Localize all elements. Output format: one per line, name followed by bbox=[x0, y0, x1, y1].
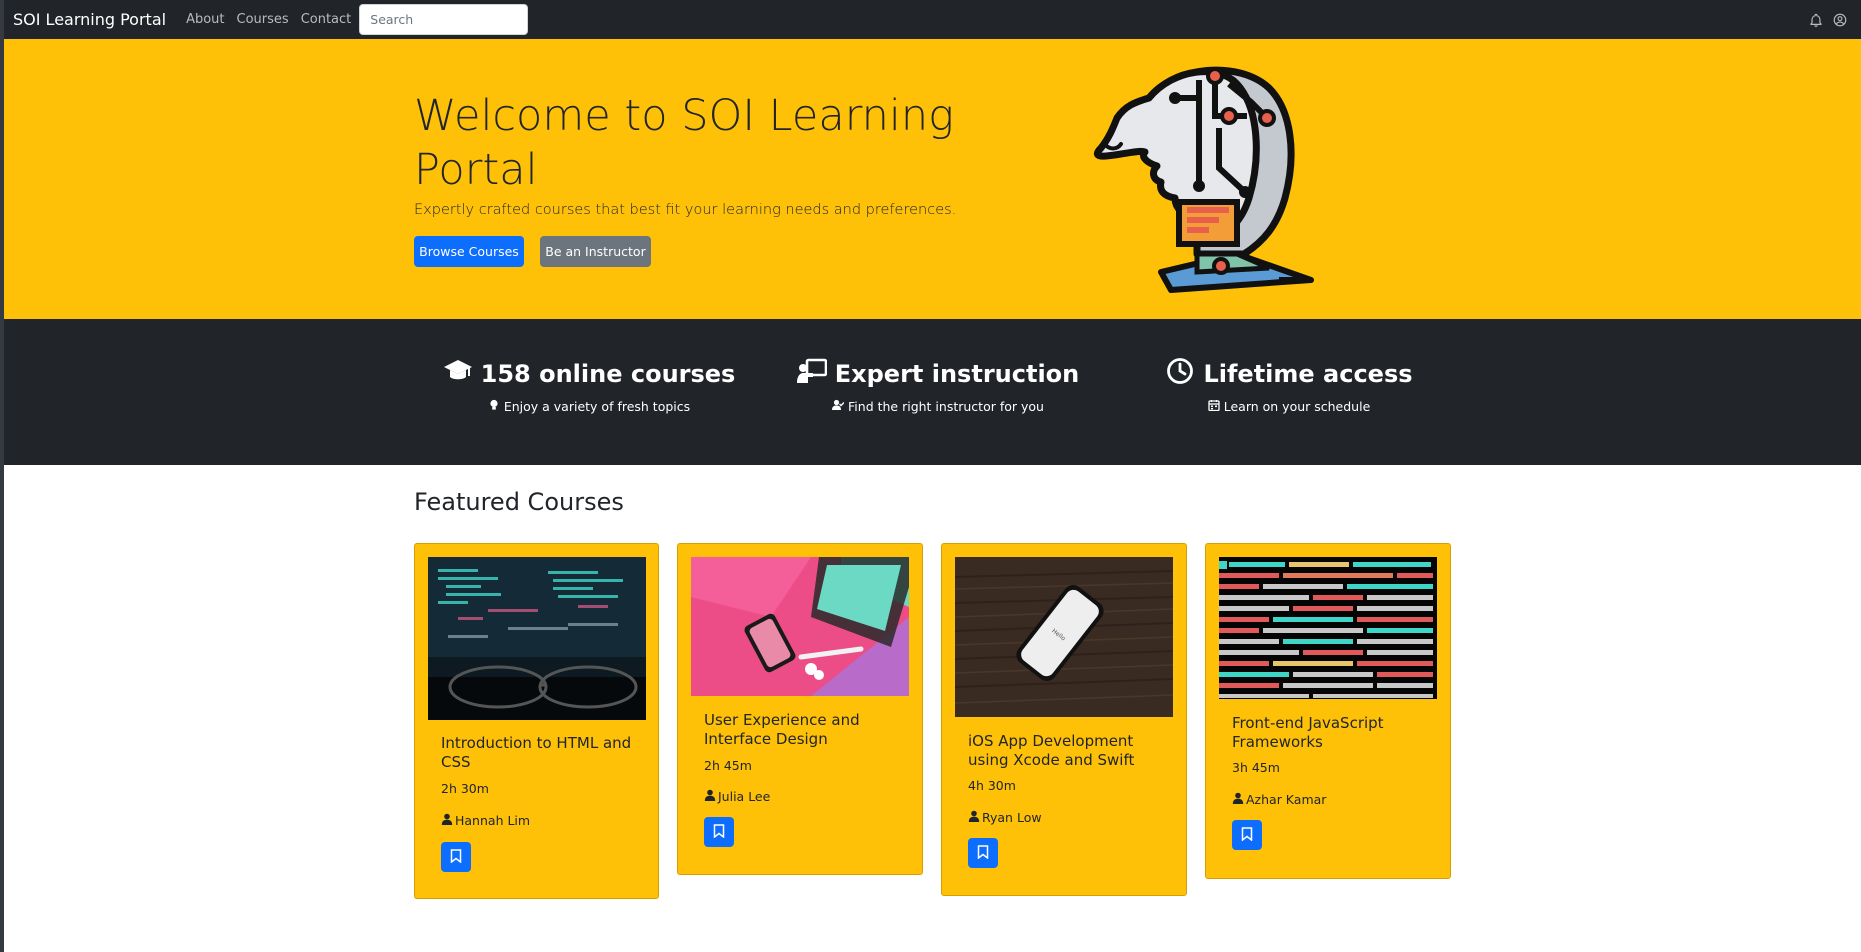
course-instructor: Hannah Lim bbox=[441, 813, 530, 828]
graduation-cap-icon bbox=[443, 357, 473, 391]
user-icon bbox=[1232, 792, 1244, 807]
user-check-icon bbox=[832, 399, 845, 414]
feature-sub-instruction: Find the right instructor for you bbox=[848, 399, 1044, 414]
course-image bbox=[691, 557, 909, 696]
user-icon bbox=[441, 813, 453, 828]
course-duration: 4h 30m bbox=[968, 778, 1016, 793]
feature-sub-courses: Enjoy a variety of fresh topics bbox=[503, 399, 691, 414]
feature-title-access: Lifetime access bbox=[1203, 360, 1413, 388]
course-image: Hello bbox=[955, 557, 1173, 717]
instructor-name: Ryan Low bbox=[982, 810, 1042, 825]
bookmark-button[interactable] bbox=[968, 838, 998, 868]
brand-link[interactable]: SOI Learning Portal bbox=[13, 10, 166, 29]
window-edge bbox=[0, 0, 4, 952]
nav-link-courses[interactable]: Courses bbox=[237, 12, 289, 27]
bookmark-icon bbox=[1241, 826, 1253, 845]
feature-title-courses: 158 online courses bbox=[480, 360, 736, 388]
instructor-name: Julia Lee bbox=[718, 789, 771, 804]
top-navbar: SOI Learning Portal About Courses Contac… bbox=[0, 0, 1861, 39]
hero-title: Welcome to SOI Learning Portal bbox=[414, 91, 954, 195]
bookmark-icon bbox=[713, 823, 725, 842]
feature-sub-access: Learn on your schedule bbox=[1223, 399, 1371, 414]
course-card[interactable]: Hello iOS App Development using Xcode an… bbox=[941, 543, 1187, 896]
feature-courses: 158 online courses Enjoy a variety of fr… bbox=[443, 357, 735, 414]
bookmark-button[interactable] bbox=[1232, 820, 1262, 850]
feature-instruction: Expert instruction Find the right instru… bbox=[796, 357, 1079, 414]
nav-link-contact[interactable]: Contact bbox=[301, 12, 352, 27]
course-duration: 3h 45m bbox=[1232, 760, 1280, 775]
search-input[interactable] bbox=[359, 4, 529, 35]
browse-courses-button[interactable]: Browse Courses bbox=[414, 236, 524, 267]
course-duration: 2h 45m bbox=[704, 758, 752, 773]
nav-link-about[interactable]: About bbox=[186, 12, 224, 27]
course-duration: 2h 30m bbox=[441, 781, 489, 796]
course-title[interactable]: Front-end JavaScript Frameworks bbox=[1232, 714, 1432, 752]
hero-section: Welcome to SOI Learning Portal Expertly … bbox=[4, 39, 1861, 319]
course-image bbox=[428, 557, 646, 720]
user-icon bbox=[704, 789, 716, 804]
course-title[interactable]: User Experience and Interface Design bbox=[704, 711, 904, 749]
course-card[interactable]: User Experience and Interface Design 2h … bbox=[677, 543, 923, 875]
instructor-name: Azhar Kamar bbox=[1246, 792, 1327, 807]
bookmark-icon bbox=[450, 848, 462, 867]
course-title[interactable]: iOS App Development using Xcode and Swif… bbox=[968, 732, 1168, 770]
bookmark-icon bbox=[977, 844, 989, 863]
course-instructor: Julia Lee bbox=[704, 789, 770, 804]
ai-head-illustration bbox=[1079, 58, 1319, 294]
course-instructor: Azhar Kamar bbox=[1232, 792, 1326, 807]
user-circle-icon[interactable] bbox=[1833, 13, 1847, 27]
bookmark-button[interactable] bbox=[704, 817, 734, 847]
instructor-name: Hannah Lim bbox=[455, 813, 531, 828]
feature-access: Lifetime access Learn on your schedule bbox=[1154, 357, 1424, 414]
calendar-icon bbox=[1208, 399, 1220, 414]
featured-courses-heading: Featured Courses bbox=[414, 488, 624, 516]
course-title[interactable]: Introduction to HTML and CSS bbox=[441, 734, 641, 772]
lightbulb-icon bbox=[488, 399, 500, 414]
chalkboard-teacher-icon bbox=[796, 357, 828, 391]
user-icon bbox=[968, 810, 980, 825]
course-image bbox=[1219, 557, 1437, 699]
hero-subtitle: Expertly crafted courses that best fit y… bbox=[414, 202, 957, 218]
feature-title-instruction: Expert instruction bbox=[834, 360, 1080, 388]
features-band: 158 online courses Enjoy a variety of fr… bbox=[4, 319, 1861, 465]
be-an-instructor-button[interactable]: Be an Instructor bbox=[540, 236, 651, 267]
course-card[interactable]: Introduction to HTML and CSS 2h 30m Hann… bbox=[414, 543, 659, 899]
bookmark-button[interactable] bbox=[441, 842, 471, 872]
clock-icon bbox=[1165, 357, 1195, 391]
bell-icon[interactable] bbox=[1809, 13, 1823, 27]
course-card[interactable]: Front-end JavaScript Frameworks 3h 45m A… bbox=[1205, 543, 1451, 879]
course-instructor: Ryan Low bbox=[968, 810, 1042, 825]
